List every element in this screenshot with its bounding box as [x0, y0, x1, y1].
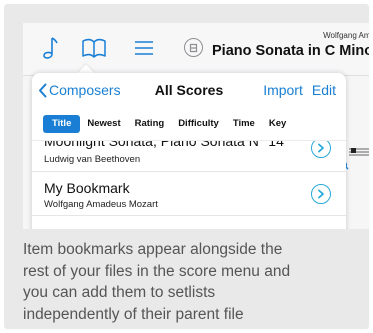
disclosure-button[interactable]	[311, 141, 331, 158]
list-item-subtitle: Ludwig van Beethoven	[44, 154, 141, 165]
title-circle-icon	[184, 38, 203, 57]
score-edge	[349, 146, 369, 181]
piece-title: Piano Sonata in C Minor,	[212, 43, 369, 59]
score-menu-popover: Composers All Scores Import Edit Title Ne…	[32, 73, 346, 229]
sort-tab-difficulty[interactable]: Difficulty	[171, 115, 226, 133]
list-item[interactable]: Moonlight Sonata, Piano Sonata N° 14 Lud…	[32, 140, 346, 172]
book-icon[interactable]	[79, 34, 109, 62]
note-icon[interactable]	[35, 34, 65, 62]
list-item[interactable]: My Bookmark Wolfgang Amadeus Mozart	[32, 172, 346, 216]
list-item-subtitle: Wolfgang Amadeus Mozart	[44, 199, 158, 210]
sort-segmented-control: Title Newest Rating Difficulty Time Key	[43, 115, 293, 133]
score-title-area[interactable]: Wolfgang Ama Piano Sonata in C Minor,	[181, 29, 369, 71]
sort-tab-key[interactable]: Key	[262, 115, 293, 133]
popover-nav-bar: Composers All Scores Import Edit	[32, 73, 346, 109]
tip-card: Wolfgang Ama Piano Sonata in C Minor,	[4, 4, 369, 329]
composer-label: Wolfgang Ama	[323, 31, 369, 40]
disclosure-chevron-icon	[318, 189, 324, 199]
score-list: Moonlight Sonata, Piano Sonata N° 14 Lud…	[32, 140, 346, 229]
menu-icon[interactable]	[129, 34, 159, 62]
back-chevron-icon	[39, 83, 47, 97]
caption-line: you can add them to setlists	[23, 284, 216, 301]
sort-tab-newest[interactable]: Newest	[80, 115, 127, 133]
list-item-title: My Bookmark	[44, 180, 130, 196]
disclosure-button[interactable]	[311, 184, 331, 204]
sort-tab-rating[interactable]: Rating	[128, 115, 172, 133]
sort-tab-title[interactable]: Title	[43, 115, 81, 133]
edit-button[interactable]: Edit	[312, 82, 336, 98]
app-screenshot: Wolfgang Ama Piano Sonata in C Minor,	[23, 23, 369, 229]
toolbar: Wolfgang Ama Piano Sonata in C Minor,	[23, 23, 369, 76]
caption-line: Item bookmarks appear alongside the	[23, 241, 283, 258]
back-button[interactable]: Composers	[38, 82, 121, 98]
disclosure-chevron-icon	[318, 143, 324, 153]
caption-line: rest of your files in the score menu and	[23, 262, 291, 280]
nav-actions: Import Edit	[254, 82, 336, 98]
sort-tab-time[interactable]: Time	[226, 115, 262, 133]
list-item-title: Moonlight Sonata, Piano Sonata N° 14	[44, 140, 284, 149]
caption-line: independently of their parent file	[23, 305, 244, 323]
back-button-label: Composers	[49, 82, 121, 98]
import-button[interactable]: Import	[263, 82, 303, 98]
tip-caption: Item bookmarks appear alongside the rest…	[23, 239, 363, 325]
